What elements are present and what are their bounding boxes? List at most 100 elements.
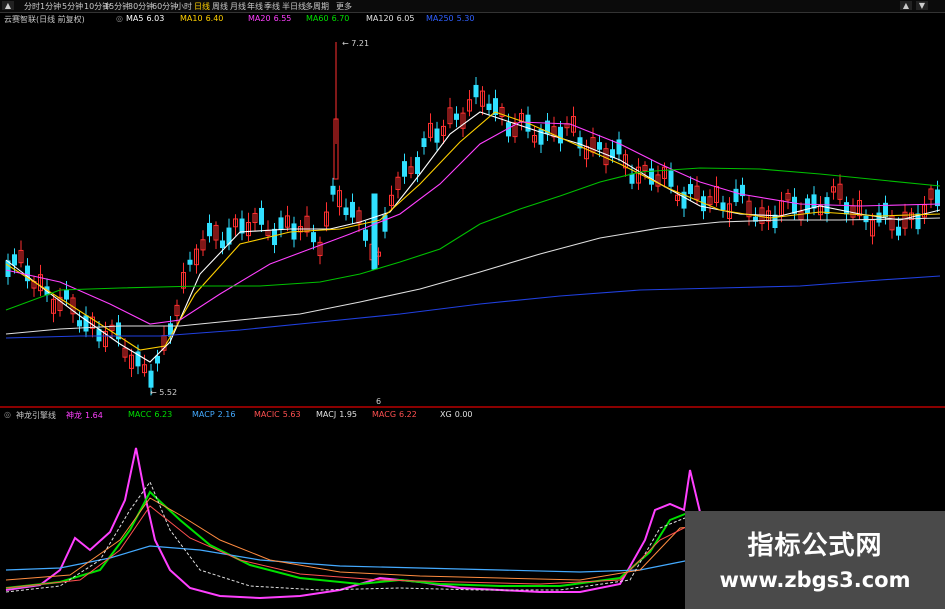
ma-label: MA120: [366, 14, 394, 23]
indicator-legend: ◎ 神龙引擎线 神龙 1.64 MACC 6.23 MACP 2.16 MACIC 5.63 M…: [0, 409, 945, 420]
indicator-value: 1.95: [339, 410, 357, 419]
candle-body: [486, 103, 492, 111]
candle-body: [207, 222, 212, 237]
ma5-line: [5, 111, 941, 363]
tab-0[interactable]: 分时: [24, 1, 40, 12]
tab-15[interactable]: 更多: [336, 1, 352, 12]
indicator-legend-item-macg: MACG 6.22: [372, 410, 417, 419]
indicator-label: MACG: [372, 410, 397, 419]
ma-label: MA20: [248, 14, 271, 23]
indicator-value: 6.22: [399, 410, 417, 419]
candle-body: [935, 189, 940, 207]
tab-13[interactable]: 半日线: [282, 1, 306, 12]
candle-body: [343, 207, 349, 216]
candle-body: [629, 173, 635, 184]
candle-body: [330, 185, 336, 195]
candle-body: [454, 113, 459, 120]
ma-value: 6.05: [396, 14, 415, 23]
candle-body: [720, 202, 726, 210]
candle-body: [220, 240, 225, 249]
candle-body: [434, 128, 440, 143]
ma-label: MA60: [306, 14, 329, 23]
ma-value: 5.30: [456, 14, 475, 23]
ma-legend-item-ma60: MA60 6.70: [306, 14, 349, 23]
candle-body: [278, 217, 284, 230]
indicator-label: 神龙: [66, 411, 82, 420]
tab-1[interactable]: 1分钟: [40, 1, 61, 12]
candle-body: [382, 215, 388, 232]
watermark-url: www.zbgs3.com: [719, 568, 911, 592]
indicator-settings-icon[interactable]: ◎: [4, 410, 11, 419]
tab-5[interactable]: 30分钟: [128, 1, 154, 12]
ma-legend-item-ma20: MA20 6.55: [248, 14, 291, 23]
candle-body: [824, 197, 830, 214]
candle-body: [187, 259, 193, 265]
indicator-value: 6.23: [154, 410, 173, 419]
toolbar-left-button[interactable]: ▲: [2, 1, 14, 10]
candle-body: [896, 226, 901, 236]
candle-body: [402, 161, 407, 177]
candle-body: [421, 138, 427, 148]
indicator-legend-item-xg: XG 0.00: [440, 410, 473, 419]
candle-body: [350, 201, 355, 218]
ma250-line: [5, 275, 941, 339]
toolbar-scroll-down-button[interactable]: ▼: [916, 1, 928, 10]
low-price-label: ← 5.52: [150, 388, 177, 397]
tab-4[interactable]: 15分钟: [104, 1, 130, 12]
period-toolbar: ▲ 分时 1分钟 5分钟 10分钟 15分钟 30分钟 60分钟 小时 日线 周线 月线 年线 季线 半日…: [0, 0, 945, 13]
drop-candle-body: [371, 193, 378, 270]
ma-legend-item-ma250: MA250 5.30: [426, 14, 474, 23]
shenlong-line: [5, 447, 721, 600]
candle-body: [597, 142, 602, 150]
indicator-value: 2.16: [217, 410, 236, 419]
indicator-label: MACJ: [316, 410, 337, 419]
toolbar-scroll-up-button[interactable]: ▲: [900, 1, 912, 10]
candlestick-chart[interactable]: ← 7.21 ← 5.52 6: [0, 24, 945, 406]
candle-body: [792, 196, 797, 214]
macj-line: [5, 480, 721, 593]
indicator-label: MACP: [192, 410, 215, 419]
indicator-value: 0.00: [454, 410, 473, 419]
candle-body: [148, 370, 154, 388]
indicator-label: MACIC: [254, 410, 280, 419]
candle-body: [805, 198, 810, 214]
indicator-label: XG: [440, 410, 452, 419]
ma20-line: [5, 121, 941, 325]
candle-body: [415, 157, 420, 175]
candle-body: [311, 232, 316, 243]
ma-label: MA5: [126, 14, 144, 23]
ma10-line: [5, 111, 941, 351]
settings-icon[interactable]: ◎: [116, 14, 123, 23]
candle-body: [64, 289, 69, 300]
indicator-legend-item-macic: MACIC 5.63: [254, 410, 301, 419]
candle-body: [811, 194, 817, 209]
candle-body: [688, 184, 693, 195]
tab-7[interactable]: 小时: [176, 1, 192, 12]
indicator-value: 5.63: [282, 410, 301, 419]
candle-body: [558, 126, 563, 144]
tab-2[interactable]: 5分钟: [62, 1, 83, 12]
candle-body: [12, 254, 17, 266]
tab-8[interactable]: 日线: [194, 1, 210, 12]
ma-label: MA250: [426, 14, 454, 23]
indicator-value: 1.64: [85, 411, 103, 420]
tab-6[interactable]: 60分钟: [152, 1, 178, 12]
macp-line: [5, 545, 721, 573]
tab-11[interactable]: 年线: [247, 1, 263, 12]
candle-body: [473, 84, 479, 98]
indicator-legend-item-macp: MACP 2.16: [192, 410, 235, 419]
candle-body: [272, 228, 277, 246]
tab-12[interactable]: 季线: [264, 1, 280, 12]
indicator-legend-item-macj: MACJ 1.95: [316, 410, 357, 419]
candles: [5, 42, 940, 396]
macg-line: [5, 505, 721, 589]
tab-9[interactable]: 周线: [212, 1, 228, 12]
candle-body: [83, 315, 89, 332]
tab-14[interactable]: 多周期: [305, 1, 329, 12]
pane-divider[interactable]: [0, 406, 945, 408]
ma-value: 6.03: [146, 14, 165, 23]
ma-value: 6.70: [331, 14, 350, 23]
high-price-label: ← 7.21: [342, 39, 369, 48]
moving-average-legend: 云赛智联(日线 前复权) ◎ MA5 6.03 MA10 6.40 MA20 6.55 MA…: [0, 13, 945, 24]
tab-10[interactable]: 月线: [230, 1, 246, 12]
